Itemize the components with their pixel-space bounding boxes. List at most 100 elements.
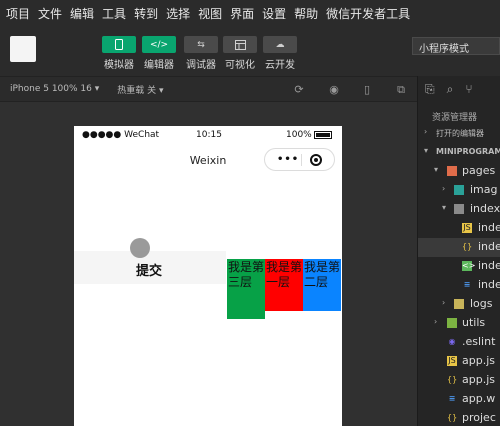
tree-file-eslint[interactable]: ◉ .eslint xyxy=(418,333,500,352)
tree-file-index-json[interactable]: {} inde xyxy=(418,238,500,257)
project-section[interactable]: ▾ MINIPROGRAM xyxy=(418,143,500,162)
tree-item-label: app.js xyxy=(462,373,495,386)
tree-folder-logs[interactable]: › logs xyxy=(418,295,500,314)
tree-item-label: inde xyxy=(478,240,500,253)
project-label: MINIPROGRAM xyxy=(436,147,500,156)
folder-icon xyxy=(447,318,457,328)
tree-item-label: app.js xyxy=(462,354,495,367)
capsule-divider xyxy=(301,154,302,166)
tree-file-app-js[interactable]: JS app.js xyxy=(418,352,500,371)
tree-item-label: projec xyxy=(462,411,496,424)
search-icon[interactable]: ⌕ xyxy=(447,82,454,97)
chevron-right-icon: › xyxy=(442,298,446,307)
menu-wechat-devtools[interactable]: 微信开发者工具 xyxy=(326,5,410,22)
json-file-icon: {} xyxy=(447,375,458,384)
editor-button[interactable]: </> 编辑器 xyxy=(142,36,176,71)
chevron-down-icon: ▾ xyxy=(442,203,447,212)
phone-status-bar: ●●●●● WeChat 10:15 100% xyxy=(74,126,342,144)
tree-file-app-json[interactable]: {} app.js xyxy=(418,371,500,390)
tree-file-app-wxss[interactable]: ≡ app.w xyxy=(418,390,500,409)
json-file-icon: {} xyxy=(447,413,458,422)
tree-item-label: inde xyxy=(478,259,500,272)
visualize-button[interactable]: 可视化 xyxy=(223,36,257,71)
menu-project[interactable]: 项目 xyxy=(6,5,30,22)
simulator-button[interactable]: 模拟器 xyxy=(102,36,136,71)
menu-select[interactable]: 选择 xyxy=(166,5,190,22)
simulator-bar: iPhone 5 100% 16 ▾ 热重载 关 ▾ ⟳ ◉ ▯ ⧉ xyxy=(0,76,417,102)
chevron-down-icon: ▾ xyxy=(424,146,429,155)
battery-text: 100% xyxy=(286,130,312,140)
tree-file-index-wxml[interactable]: <> inde xyxy=(418,257,500,276)
wxss-file-icon: ≡ xyxy=(463,280,471,289)
open-editors-section[interactable]: › 打开的编辑器 xyxy=(418,124,500,143)
close-miniprogram-icon[interactable] xyxy=(310,154,322,166)
more-icon[interactable]: ••• xyxy=(277,154,299,165)
menu-settings[interactable]: 设置 xyxy=(262,5,286,22)
menu-bar: 项目 文件 编辑 工具 转到 选择 视图 界面 设置 帮助 微信开发者工具 xyxy=(0,0,500,26)
layer-first: 我是第一层 xyxy=(265,259,303,311)
open-editors-label: 打开的编辑器 xyxy=(436,129,484,138)
folder-icon xyxy=(447,166,457,176)
tree-item-label: logs xyxy=(470,297,493,310)
tree-folder-pages[interactable]: ▾ pages xyxy=(418,162,500,181)
device-select[interactable]: iPhone 5 100% 16 ▾ xyxy=(10,84,99,94)
chevron-right-icon: › xyxy=(442,184,446,193)
tree-item-label: app.w xyxy=(462,392,496,405)
menu-file[interactable]: 文件 xyxy=(38,5,62,22)
chevron-right-icon: › xyxy=(434,317,438,326)
tree-file-index-js[interactable]: JS inde xyxy=(418,219,500,238)
explorer-panel: ⎘ ⌕ ⑂ 资源管理器 › 打开的编辑器 ▾ MINIPROGRAM ▾ pag… xyxy=(417,76,500,426)
chevron-right-icon: › xyxy=(424,127,428,136)
battery: 100% xyxy=(286,130,332,140)
phone-icon xyxy=(102,36,136,53)
capsule-button[interactable]: ••• xyxy=(264,148,335,171)
explorer-title: 资源管理器 xyxy=(432,113,478,123)
simulator-panel: ●●●●● WeChat 10:15 100% Weixin ••• 提交 我是… xyxy=(0,102,417,426)
menu-goto[interactable]: 转到 xyxy=(134,5,158,22)
js-file-icon: JS xyxy=(447,356,457,366)
cloud-dev-button[interactable]: ☁ 云开发 xyxy=(263,36,297,71)
debug-icon: ⇆ xyxy=(184,36,218,53)
tree-folder-utils[interactable]: › utils xyxy=(418,314,500,333)
phone-screen: ●●●●● WeChat 10:15 100% Weixin ••• 提交 我是… xyxy=(74,126,342,426)
battery-icon xyxy=(313,130,332,139)
layout-icon xyxy=(223,36,257,53)
tree-file-index-wxss[interactable]: ≡ inde xyxy=(418,276,500,295)
tree-item-label: imag xyxy=(470,183,498,196)
menu-help[interactable]: 帮助 xyxy=(294,5,318,22)
debugger-button[interactable]: ⇆ 调试器 xyxy=(184,36,218,71)
cloud-icon: ☁ xyxy=(263,36,297,53)
source-control-icon[interactable]: ⑂ xyxy=(465,82,472,96)
menu-edit[interactable]: 编辑 xyxy=(70,5,94,22)
phone-preview-icon[interactable]: ▯ xyxy=(360,83,374,97)
code-icon: </> xyxy=(142,36,176,53)
tree-folder-images[interactable]: › imag xyxy=(418,181,500,200)
menu-view[interactable]: 视图 xyxy=(198,5,222,22)
detach-icon[interactable]: ⧉ xyxy=(394,83,408,97)
wxml-file-icon: <> xyxy=(462,261,476,271)
folder-icon xyxy=(454,204,464,214)
tree-folder-index[interactable]: ▾ index xyxy=(418,200,500,219)
submit-label: 提交 xyxy=(136,264,163,279)
tree-item-label: pages xyxy=(462,164,496,177)
menu-interface[interactable]: 界面 xyxy=(230,5,254,22)
layer-third: 我是第三层 xyxy=(227,259,265,319)
layer-second: 我是第二层 xyxy=(303,259,341,311)
submit-button[interactable]: 提交 xyxy=(74,251,226,284)
eslint-file-icon: ◉ xyxy=(448,337,456,346)
touch-cursor xyxy=(130,238,150,258)
files-icon[interactable]: ⎘ xyxy=(425,82,435,97)
folder-icon xyxy=(454,299,464,309)
menu-tools[interactable]: 工具 xyxy=(102,5,126,22)
tree-file-project-config[interactable]: {} projec xyxy=(418,409,500,426)
refresh-icon[interactable]: ⟳ xyxy=(292,83,306,97)
tree-item-label: utils xyxy=(462,316,486,329)
avatar[interactable] xyxy=(10,36,36,62)
editor-label: 编辑器 xyxy=(144,60,174,71)
status-time: 10:15 xyxy=(196,130,222,140)
folder-icon xyxy=(454,185,464,195)
mode-select[interactable]: 小程序模式 xyxy=(412,37,500,55)
stop-icon[interactable]: ◉ xyxy=(327,83,341,97)
signal-text: ●●●●● WeChat xyxy=(82,130,160,140)
hot-reload-select[interactable]: 热重载 关 ▾ xyxy=(117,83,163,96)
